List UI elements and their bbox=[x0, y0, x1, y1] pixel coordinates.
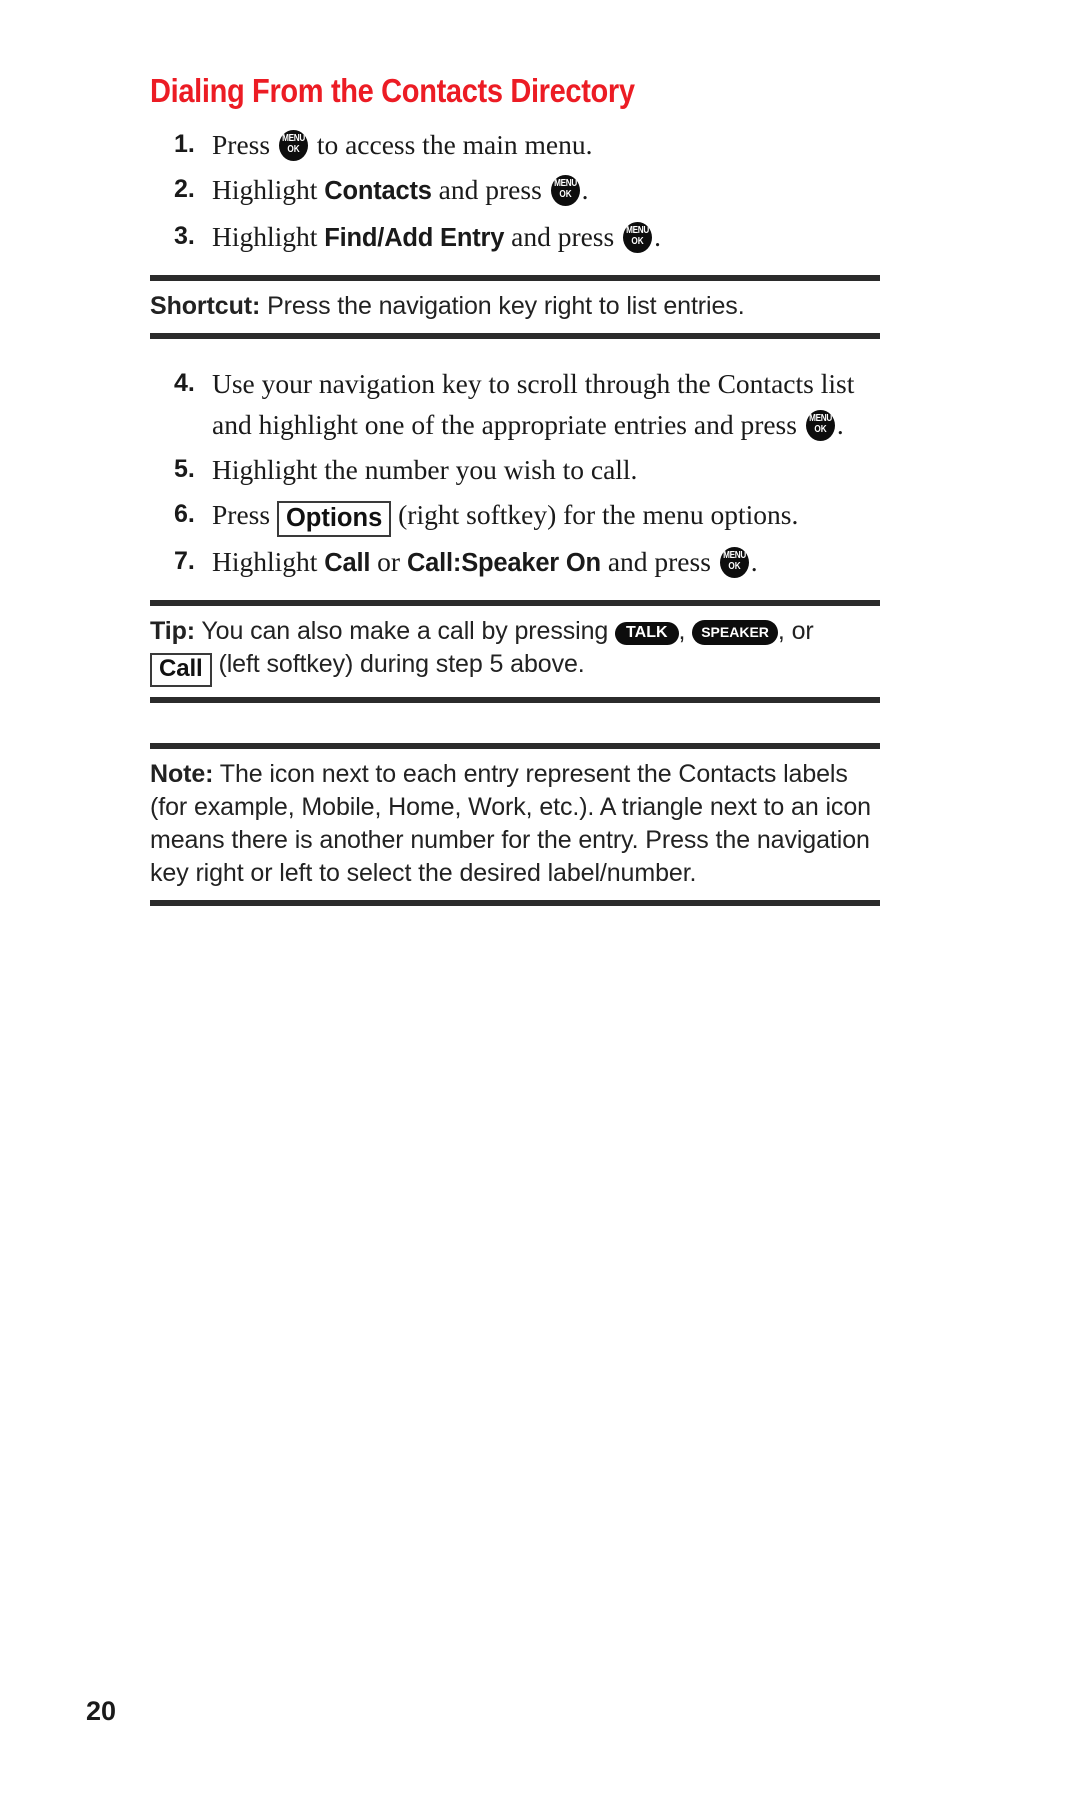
note-callout: Note: The icon next to each entry repres… bbox=[150, 743, 880, 906]
step-item-7: 7. Highlight Call or Call:Speaker On and … bbox=[150, 541, 880, 584]
step-number: 5. bbox=[174, 455, 195, 483]
menu-ok-icon-line2: OK bbox=[287, 144, 300, 155]
page-number: 20 bbox=[86, 1696, 117, 1726]
menu-ok-icon[interactable]: MENU OK bbox=[805, 410, 835, 441]
step-item-6: 6. Press Options (right softkey) for the … bbox=[150, 494, 880, 537]
step-number: 4. bbox=[174, 369, 195, 397]
tip-text-tail: (left softkey) during step 5 above. bbox=[211, 650, 585, 678]
note-label: Note: bbox=[150, 760, 214, 788]
step-item-2: 2. Highlight Contacts and press MENU OK. bbox=[150, 169, 880, 212]
options-softkey-button[interactable]: Options bbox=[276, 501, 392, 537]
menu-ok-icon-line1: MENU bbox=[553, 178, 577, 189]
step-text-tail: . bbox=[750, 546, 758, 577]
menu-ok-icon-line1: MENU bbox=[282, 133, 305, 144]
menu-label-call: Call bbox=[324, 549, 371, 577]
menu-ok-icon-line2: OK bbox=[559, 189, 572, 200]
steps-list-part1: 1. Press MENU OK to access the main menu. … bbox=[150, 124, 880, 259]
tip-callout: Tip: You can also make a call by pressin… bbox=[150, 600, 880, 703]
note-text: The icon next to each entry represent th… bbox=[150, 760, 871, 887]
menu-ok-icon-line2: OK bbox=[631, 236, 644, 247]
menu-ok-icon[interactable]: MENU OK bbox=[278, 130, 308, 161]
step-text-mid: and press bbox=[600, 546, 718, 577]
step-item-3: 3. Highlight Find/Add Entry and press MEN… bbox=[150, 216, 880, 259]
step-text-mid: and press bbox=[431, 174, 549, 205]
step-number: 7. bbox=[174, 547, 195, 575]
menu-ok-icon[interactable]: MENU OK bbox=[623, 222, 653, 253]
step-text-tail: . bbox=[836, 409, 844, 440]
step-text-tail: (right softkey) for the menu options. bbox=[391, 499, 799, 530]
call-softkey-button[interactable]: Call bbox=[150, 653, 212, 687]
page-content: Dialing From the Contacts Directory 1. Pr… bbox=[150, 72, 880, 906]
menu-label-find-add-entry: Find/Add Entry bbox=[324, 224, 505, 252]
shortcut-label: Shortcut: bbox=[150, 292, 261, 320]
step-text: Highlight bbox=[212, 546, 325, 577]
step-number: 3. bbox=[174, 222, 195, 250]
step-text-tail: to access the main menu. bbox=[309, 129, 593, 160]
menu-ok-icon-line2: OK bbox=[728, 561, 741, 572]
steps-list-part2: 4. Use your navigation key to scroll thro… bbox=[150, 363, 880, 584]
talk-key-icon[interactable]: TALK bbox=[615, 622, 679, 645]
menu-ok-icon-line1: MENU bbox=[808, 413, 832, 424]
menu-ok-icon[interactable]: MENU OK bbox=[550, 175, 580, 206]
menu-ok-icon-line1: MENU bbox=[722, 550, 746, 561]
tip-text-lead: You can also make a call by pressing bbox=[201, 617, 616, 645]
manual-page: Dialing From the Contacts Directory 1. Pr… bbox=[0, 0, 1080, 1800]
step-text-tail: . bbox=[654, 221, 661, 252]
menu-ok-icon-line2: OK bbox=[814, 424, 827, 435]
page-title: Dialing From the Contacts Directory bbox=[150, 72, 635, 109]
step-text: Press bbox=[212, 499, 277, 530]
menu-ok-icon[interactable]: MENU OK bbox=[719, 547, 749, 578]
step-text: Use your navigation key to scroll throug… bbox=[212, 368, 855, 440]
step-item-5: 5. Highlight the number you wish to call. bbox=[150, 449, 880, 490]
tip-separator-1: , bbox=[678, 617, 693, 645]
step-item-4: 4. Use your navigation key to scroll thro… bbox=[150, 363, 880, 445]
menu-label-call-speaker-on: Call:Speaker On bbox=[406, 549, 601, 577]
step-text-mid: and press bbox=[504, 221, 622, 252]
step-text: Highlight bbox=[212, 221, 325, 252]
step-text-or: or bbox=[370, 546, 407, 577]
step-number: 6. bbox=[174, 500, 195, 528]
speaker-key-icon[interactable]: SPEAKER bbox=[692, 620, 778, 645]
shortcut-text: Press the navigation key right to list e… bbox=[267, 292, 745, 320]
tip-separator-2: , or bbox=[777, 617, 814, 645]
step-number: 1. bbox=[174, 130, 195, 158]
menu-ok-icon-line1: MENU bbox=[626, 225, 650, 236]
step-text: Highlight bbox=[212, 174, 325, 205]
step-text: Highlight the number you wish to call. bbox=[212, 454, 638, 485]
tip-label: Tip: bbox=[150, 617, 195, 645]
step-number: 2. bbox=[174, 175, 195, 203]
step-text: Press bbox=[212, 129, 277, 160]
shortcut-callout: Shortcut: Press the navigation key right… bbox=[150, 275, 880, 339]
step-item-1: 1. Press MENU OK to access the main menu. bbox=[150, 124, 880, 165]
step-text-tail: . bbox=[581, 174, 589, 205]
menu-label-contacts: Contacts bbox=[324, 177, 432, 205]
